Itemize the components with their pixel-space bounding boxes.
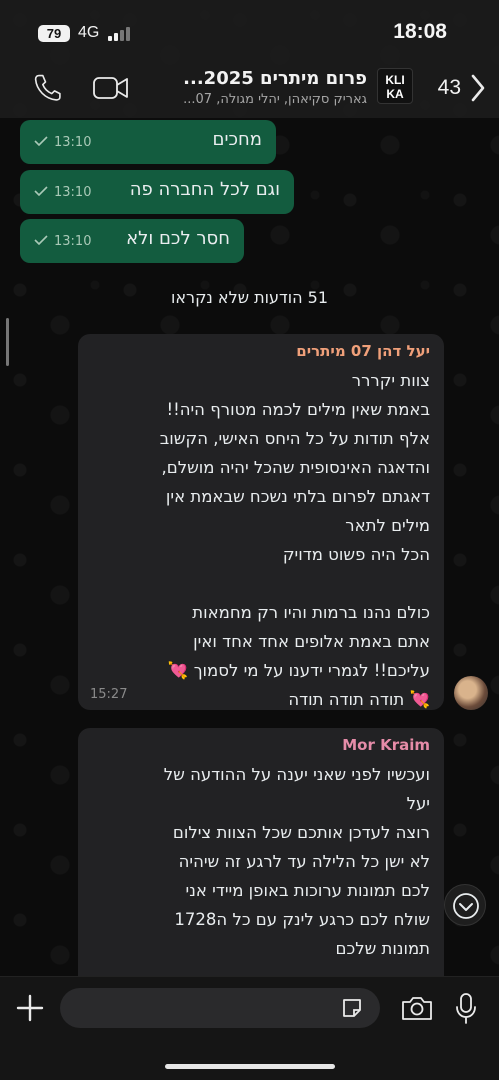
status-time: 18:08 [393, 20, 447, 43]
message-text: ועכשיו לפני שאני יענה על ההודעה של יעל ר… [163, 765, 430, 958]
back-unread-count[interactable]: 43 [438, 76, 461, 100]
group-avatar[interactable]: KLI KA [377, 68, 413, 104]
plus-icon[interactable] [16, 994, 44, 1022]
mic-icon[interactable] [454, 992, 478, 1024]
status-bar: 79 4G 18:08 [0, 0, 499, 60]
message-time: 15:27 [90, 687, 128, 702]
home-indicator [165, 1064, 335, 1069]
outgoing-message[interactable]: מחכים 13:10 [20, 120, 276, 164]
outgoing-message[interactable]: חסר לכם ולא 13:10 [20, 219, 244, 263]
message-meta: 13:10 [34, 234, 91, 249]
sticker-icon[interactable] [340, 996, 364, 1020]
scroll-to-bottom-button[interactable] [444, 884, 486, 926]
outgoing-message[interactable]: וגם לכל החברה פה 13:10 [20, 170, 294, 214]
camera-icon[interactable] [401, 994, 433, 1022]
message-time: 13:10 [54, 135, 92, 150]
unread-messages-banner: 51 הודעות שלא נקראו [170, 288, 329, 307]
message-text: מחכים [212, 129, 262, 150]
message-text: חסר לכם ולא [126, 228, 230, 249]
check-icon [34, 136, 48, 146]
logo-text: KA [386, 87, 404, 101]
message-input[interactable] [60, 988, 380, 1028]
avatar[interactable] [454, 676, 488, 710]
message-time: 13:10 [54, 234, 92, 249]
video-icon[interactable] [93, 76, 129, 100]
chevron-down-icon [453, 893, 479, 919]
chevron-left-icon[interactable] [465, 72, 489, 104]
incoming-message[interactable]: יעל דהן 07 מיתרים צוות יקררר באמת שאין מ… [78, 334, 444, 710]
check-icon [34, 235, 48, 245]
incoming-message[interactable]: Mor Kraim ועכשיו לפני שאני יענה על ההודע… [78, 728, 444, 988]
phone-icon[interactable] [32, 72, 64, 104]
scrollbar[interactable] [6, 318, 9, 366]
network-type: 4G [78, 24, 100, 41]
message-meta: 13:10 [34, 135, 91, 150]
signal-icon [108, 27, 134, 41]
message-text: צוות יקררר באמת שאין מילים לכמה מטורף הי… [159, 371, 430, 709]
group-name[interactable]: פרום מיתרים 2025... [147, 68, 367, 89]
sender-name[interactable]: Mor Kraim [342, 736, 430, 754]
message-text: וגם לכל החברה פה [129, 179, 280, 200]
group-participants[interactable]: גאריק סקיאהן, יהלי מגולה, 07... [147, 92, 367, 107]
check-icon [34, 186, 48, 196]
logo-text: KLI [385, 73, 405, 87]
message-time: 13:10 [54, 185, 92, 200]
battery-indicator: 79 [38, 25, 70, 42]
sender-name[interactable]: יעל דהן 07 מיתרים [296, 342, 430, 360]
message-meta: 13:10 [34, 185, 91, 200]
